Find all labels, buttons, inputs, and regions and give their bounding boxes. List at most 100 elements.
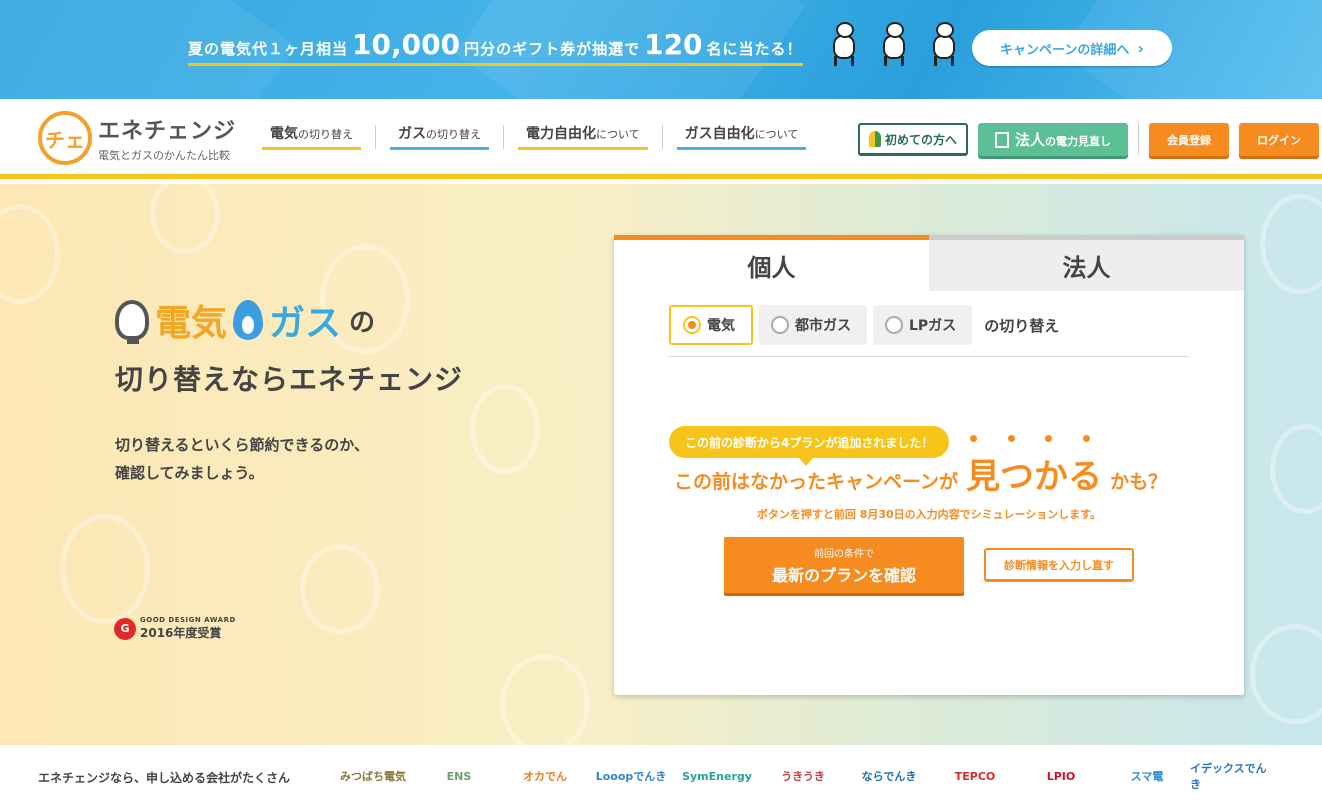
radio-lp-gas[interactable]: LPガス: [873, 305, 973, 345]
beginner-leaf-icon: [868, 131, 881, 147]
radio-label: LPガス: [909, 318, 957, 334]
radio-dot-icon: [885, 316, 903, 334]
partner-logo: スマ電: [1130, 770, 1164, 783]
partner-strip-label: エネチェンジなら、申し込める会社がたくさん: [38, 771, 291, 785]
partner-logos: みつばち電気 ENS オカでん Looopでんき SymEnergy うきうき ならでんき T…: [330, 761, 1276, 791]
bear-icon: [830, 22, 858, 70]
good-design-award-icon: G: [114, 617, 136, 640]
tab-corporate[interactable]: 法人: [929, 235, 1244, 291]
main-nav: 電気の切り替え ガスの切り替え 電力自由化について ガス自由化について: [262, 123, 820, 150]
award-label: GOOD DESIGN AWARD: [140, 616, 236, 624]
nav-label-main: ガス: [398, 126, 426, 142]
nav-label-sub: の切り替え: [426, 128, 481, 141]
nav-label-sub: の切り替え: [298, 128, 353, 141]
reenter-info-button[interactable]: 診断情報を入力し直す: [984, 548, 1134, 582]
customer-type-tabs: 個人 法人: [614, 235, 1244, 291]
logo-mark-icon: チェ: [38, 111, 92, 165]
switch-label: の切り替え: [984, 316, 1060, 335]
partner-logo: LPIO: [1046, 769, 1076, 783]
corporate-label-sub: の電力見直し: [1045, 135, 1111, 148]
headline-emphasis: 見つかる: [966, 435, 1103, 498]
nav-label-main: 電力自由化: [526, 126, 596, 142]
first-time-button[interactable]: 初めての方へ: [858, 123, 968, 156]
radio-dot-icon: [683, 316, 701, 334]
nav-divider: [661, 124, 663, 149]
hero-subtitle: 切り替えならエネチェンジ: [115, 363, 464, 396]
confirm-large-label: 最新のプランを確認: [771, 565, 916, 585]
partner-logo: オカでん: [523, 770, 567, 783]
headline-part-c: かも？: [1110, 471, 1168, 493]
building-icon: [994, 131, 1009, 148]
partner-logo: みつばち電気: [340, 770, 406, 783]
header-divider: [1138, 123, 1139, 155]
login-button[interactable]: ログイン: [1239, 123, 1319, 156]
campaign-headline: 夏の電気代１ヶ月相当 10,000 円分のギフト券が抽選で 120 名に当たる！: [188, 28, 803, 66]
radio-electricity[interactable]: 電気: [669, 305, 753, 345]
nav-gas-switch[interactable]: ガスの切り替え: [390, 123, 489, 150]
radio-label: 電気: [707, 318, 735, 334]
site-header: チェ エネチェンジ 電気とガスのかんたん比較 電気の切り替え ガスの切り替え 電…: [0, 99, 1322, 179]
partner-strip: エネチェンジなら、申し込める会社がたくさん みつばち電気 ENS オカでん Looop…: [0, 745, 1322, 808]
headline-part-a: この前はなかったキャンペーンが: [674, 471, 959, 493]
energy-type-selector: 電気 都市ガス LPガス の切り替え: [669, 305, 1059, 345]
corporate-label-main: 法人: [1014, 131, 1045, 149]
hero-section: 電気 ガス の 切り替えならエネチェンジ 切り替えるといくら節約できるのか、 確…: [0, 184, 1322, 745]
nav-divider: [375, 124, 376, 149]
simulation-card: 個人 法人 電気 都市ガス LPガス の切り替え この前の診断から4プランが追加…: [614, 235, 1244, 695]
divider: [669, 356, 1189, 357]
campaign-winners: 120: [644, 28, 703, 61]
first-time-label: 初めての方へ: [884, 132, 957, 147]
partner-logo: Looopでんき: [595, 770, 667, 783]
campaign-text-a: 夏の電気代１ヶ月相当: [188, 40, 349, 58]
bear-icon: [930, 22, 958, 70]
nav-power-liberalization[interactable]: 電力自由化について: [518, 123, 648, 150]
campaign-banner[interactable]: 夏の電気代１ヶ月相当 10,000 円分のギフト券が抽選で 120 名に当たる！…: [0, 0, 1322, 99]
campaign-text-b: 円分のギフト券が抽選で: [464, 40, 641, 58]
tab-personal[interactable]: 個人: [614, 235, 929, 291]
nav-label-main: ガス自由化: [684, 126, 755, 142]
confirm-small-label: 前回の条件で: [814, 548, 874, 560]
hero-word-electricity: 電気: [155, 303, 228, 344]
emphasis-dots: [970, 435, 1091, 442]
radio-label: 都市ガス: [795, 318, 851, 334]
hero-title: 電気 ガス の 切り替えならエネチェンジ: [115, 294, 463, 398]
radio-dot-icon: [771, 316, 789, 334]
partner-logo: TEPCO: [954, 769, 996, 783]
simulation-note: ボタンを押すと前回 8月30日の入力内容でシミュレーションします。: [756, 508, 1102, 521]
partner-logo: ならでんき: [861, 770, 917, 783]
award-year: 2016年度受賞: [140, 626, 222, 640]
partner-logo: SymEnergy: [682, 769, 752, 783]
campaign-details-label: キャンペーンの詳細へ: [1000, 42, 1130, 58]
nav-gas-liberalization[interactable]: ガス自由化について: [676, 123, 807, 150]
campaign-headline-card: この前はなかったキャンペーンが 見つかる かも？: [674, 435, 1168, 498]
hero-word-gas: ガス: [269, 303, 342, 344]
bear-icon: [880, 22, 908, 70]
partner-logo: ENS: [446, 769, 472, 783]
signup-button[interactable]: 会員登録: [1149, 123, 1229, 156]
bear-illustration: [830, 22, 958, 70]
hero-desc-line2: 確認してみましょう。: [115, 464, 264, 482]
radio-city-gas[interactable]: 都市ガス: [759, 305, 867, 345]
hero-word-particle: の: [349, 307, 376, 338]
nav-label-sub: について: [596, 128, 640, 141]
good-design-award: G GOOD DESIGN AWARD 2016年度受賞: [114, 616, 236, 641]
nav-label-sub: について: [754, 128, 799, 141]
campaign-amount: 10,000: [352, 28, 461, 61]
confirm-latest-plans-button[interactable]: 前回の条件で 最新のプランを確認: [724, 537, 964, 593]
chevron-right-icon: ›: [1137, 38, 1144, 58]
nav-divider: [503, 124, 504, 149]
nav-label-main: 電気: [270, 126, 298, 142]
corporate-review-button[interactable]: 法人の電力見直し: [978, 123, 1128, 156]
logo-name: エネチェンジ: [98, 119, 237, 144]
campaign-text-c: 名に当たる！: [706, 40, 803, 58]
hero-desc-line1: 切り替えるといくら節約できるのか、: [115, 436, 369, 454]
campaign-details-button[interactable]: キャンペーンの詳細へ ›: [972, 30, 1172, 66]
site-logo[interactable]: チェ エネチェンジ 電気とガスのかんたん比較: [38, 111, 236, 165]
light-bulb-icon: [115, 300, 149, 344]
logo-tagline: 電気とガスのかんたん比較: [98, 149, 230, 162]
hero-description: 切り替えるといくら節約できるのか、 確認してみましょう。: [115, 431, 369, 487]
partner-logo: イデックスでんき: [1190, 762, 1267, 791]
nav-electricity-switch[interactable]: 電気の切り替え: [262, 123, 361, 150]
gas-flame-icon: [233, 300, 264, 340]
headline-emphasis-text: 見つかる: [966, 457, 1103, 497]
